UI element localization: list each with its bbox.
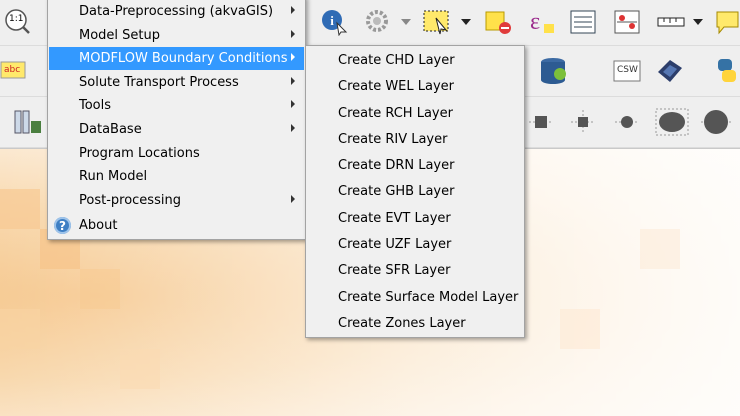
menu-item-label: Post-processing [79, 193, 181, 208]
submenu-item-create-evt-layer[interactable]: Create EVT Layer [307, 206, 523, 230]
submenu-arrow-icon [291, 30, 295, 38]
submenu-item-create-wel-layer[interactable]: Create WEL Layer [307, 74, 523, 98]
submenu-item-label: Create DRN Layer [338, 157, 455, 173]
menu-item-post-processing[interactable]: Post-processing [49, 189, 304, 212]
menu-item-label: Solute Transport Process [79, 75, 239, 90]
menu-item-run-model[interactable]: Run Model [49, 165, 304, 188]
submenu-item-label: Create UZF Layer [338, 236, 452, 252]
menu-item-label: DataBase [79, 122, 142, 137]
menu-item-label: Tools [79, 98, 112, 113]
submenu-item-label: Create RIV Layer [338, 131, 448, 147]
submenu-item-label: Create Zones Layer [338, 315, 466, 331]
python-icon[interactable] [712, 56, 740, 86]
submenu-item-label: Create CHD Layer [338, 52, 455, 68]
submenu-item-create-rch-layer[interactable]: Create RCH Layer [307, 101, 523, 125]
raster-pixel [80, 269, 120, 309]
submenu-item-label: Create WEL Layer [338, 78, 455, 94]
menu-item-label: About [79, 218, 118, 233]
field-calculator-icon[interactable] [612, 8, 642, 36]
svg-text:ε: ε [530, 9, 540, 35]
globe-tile-icon[interactable] [654, 56, 686, 86]
submenu-item-label: Create EVT Layer [338, 210, 451, 226]
menu-item-label: MODFLOW Boundary Conditions [79, 51, 288, 66]
map-tips-icon[interactable] [714, 8, 740, 36]
dropdown-arrow-icon-2[interactable] [460, 16, 472, 28]
submenu-item-label: Create RCH Layer [338, 105, 453, 121]
layers-panel-icon[interactable] [12, 107, 44, 137]
digitize-vertex-icon[interactable] [570, 109, 596, 135]
csw-label: CSW [617, 65, 638, 75]
menu-item-label: Data-Preprocessing (akvaGIS) [79, 4, 274, 19]
database-icon[interactable] [538, 56, 570, 86]
digitize-point-icon[interactable] [614, 109, 640, 135]
menu-item-label: Model Setup [79, 28, 161, 43]
submenu-item-create-zones-layer[interactable]: Create Zones Layer [307, 311, 523, 335]
identify-icon[interactable]: i [320, 8, 348, 36]
submenu-item-create-drn-layer[interactable]: Create DRN Layer [307, 153, 523, 177]
submenu-item-label: Create SFR Layer [338, 262, 451, 278]
label-tool-icon[interactable]: abc [0, 58, 28, 84]
menu-item-modflow-boundary-conditions[interactable]: MODFLOW Boundary Conditions [49, 47, 304, 70]
digitize-circle-icon[interactable] [700, 107, 732, 137]
label-tool-text: abc [4, 65, 21, 75]
submenu-arrow-icon [291, 124, 295, 132]
menu-item-label: Program Locations [79, 146, 200, 161]
menu-item-tools[interactable]: Tools [49, 94, 304, 117]
raster-pixel [0, 189, 40, 229]
attribute-table-icon[interactable] [568, 8, 598, 36]
menu-item-program-locations[interactable]: Program Locations [49, 142, 304, 165]
digitize-ellipse-icon[interactable] [654, 107, 690, 137]
menu-item-solute-transport-process[interactable]: Solute Transport Process [49, 71, 304, 94]
submenu-item-create-ghb-layer[interactable]: Create GHB Layer [307, 179, 523, 203]
raster-pixel [120, 349, 160, 389]
submenu-arrow-icon [291, 100, 295, 108]
menu-item-label: Run Model [79, 169, 148, 184]
submenu-arrow-icon [291, 53, 295, 61]
svg-text:i: i [330, 13, 334, 28]
submenu-arrow-icon [291, 195, 295, 203]
submenu-arrow-icon [291, 6, 295, 14]
modflow-boundary-submenu: Create CHD Layer Create WEL Layer Create… [305, 45, 525, 338]
submenu-item-create-chd-layer[interactable]: Create CHD Layer [307, 48, 523, 72]
deselect-icon[interactable] [484, 8, 514, 36]
menu-item-about[interactable]: ? About [49, 214, 304, 237]
digitize-node-icon[interactable] [528, 109, 554, 135]
zoom-native-label: 1:1 [9, 14, 24, 24]
menu-item-data-preprocessing[interactable]: Data-Preprocessing (akvaGIS) [49, 0, 304, 23]
submenu-item-create-surface-model-layer[interactable]: Create Surface Model Layer [307, 285, 523, 309]
expression-select-icon[interactable]: ε [526, 6, 556, 36]
csw-icon[interactable]: CSW [612, 58, 642, 84]
help-icon: ? [54, 217, 71, 234]
raster-pixel [0, 309, 40, 349]
submenu-item-create-sfr-layer[interactable]: Create SFR Layer [307, 258, 523, 282]
measure-line-icon[interactable] [656, 10, 686, 34]
select-features-icon[interactable] [422, 8, 454, 36]
submenu-item-label: Create GHB Layer [338, 183, 455, 199]
dropdown-arrow-icon[interactable] [400, 16, 412, 28]
plugin-main-menu: Data-Preprocessing (akvaGIS) Model Setup… [47, 0, 306, 240]
submenu-item-label: Create Surface Model Layer [338, 289, 519, 305]
submenu-arrow-icon [291, 77, 295, 85]
menu-item-database[interactable]: DataBase [49, 118, 304, 141]
raster-pixel [640, 229, 680, 269]
action-gear-icon[interactable] [364, 8, 392, 36]
zoom-native-icon[interactable]: 1:1 [4, 8, 30, 34]
dropdown-arrow-icon-3[interactable] [692, 16, 704, 28]
submenu-item-create-uzf-layer[interactable]: Create UZF Layer [307, 232, 523, 256]
menu-item-model-setup[interactable]: Model Setup [49, 24, 304, 47]
submenu-item-create-riv-layer[interactable]: Create RIV Layer [307, 127, 523, 151]
raster-pixel [560, 309, 600, 349]
